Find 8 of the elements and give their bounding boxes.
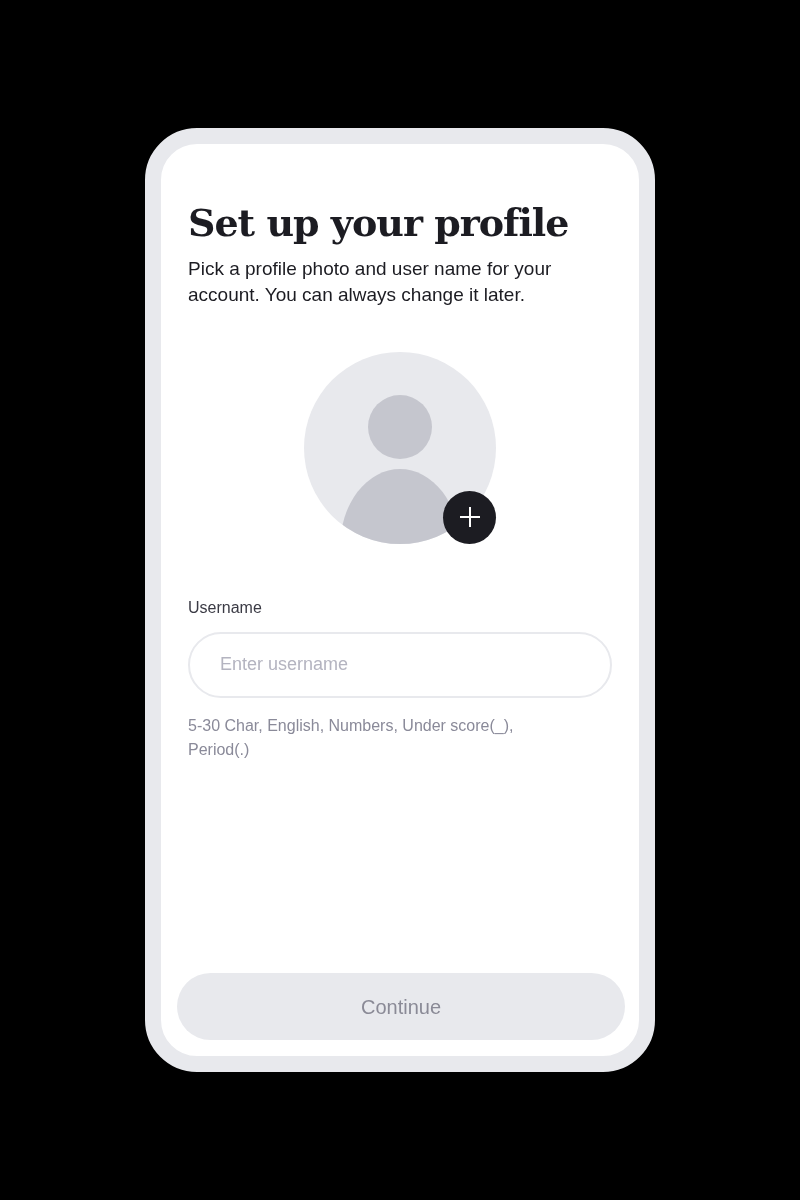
field-label: Username [188,597,263,618]
field-hint: 5-30 Char, English, Numbers, Under score(_), Period(.) [188,715,515,760]
page-title: Set up your profile [188,200,570,246]
page-subtitle: Pick a profile photo and user name for your account. You can always change it later. [188,256,553,307]
avatar-placeholder-icon [304,351,496,544]
plus-icon [457,505,482,530]
add-photo-button[interactable] [443,490,496,544]
username-field[interactable]: Enter username [188,631,612,698]
